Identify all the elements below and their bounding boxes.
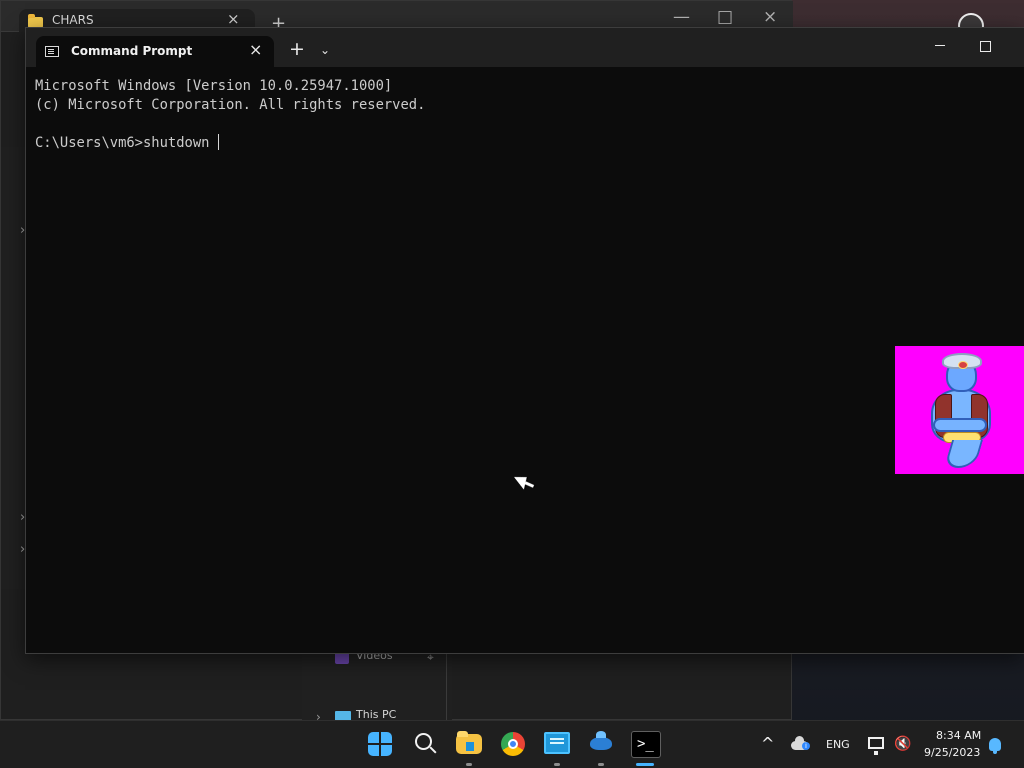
notification-bell-icon[interactable] — [989, 738, 1001, 754]
background-pane-divider — [446, 652, 447, 720]
terminal-version-line: Microsoft Windows [Version 10.0.25947.10… — [35, 78, 393, 94]
terminal-profile-dropdown-icon[interactable]: ⌄ — [320, 43, 330, 57]
genie-turban-gem-shape — [958, 361, 968, 369]
command-prompt-title-bar[interactable]: Command Prompt × + ⌄ — [26, 28, 1024, 67]
network-icon[interactable] — [868, 737, 884, 755]
terminal-copyright-line: (c) Microsoft Corporation. All rights re… — [35, 97, 426, 113]
command-prompt-output[interactable]: Microsoft Windows [Version 10.0.25947.10… — [35, 77, 425, 153]
chrome-icon[interactable] — [501, 732, 525, 756]
background-navigation-pane-items: Videos ⌖ › This PC — [302, 649, 452, 724]
background-minimize-icon[interactable]: — — [673, 7, 690, 27]
volume-muted-icon[interactable]: 🔇 — [894, 737, 911, 751]
terminal-prompt-text: C:\Users\vm6>shutdown — [35, 135, 210, 151]
terminal-active-indicator — [636, 763, 654, 766]
taskbar-clock-time[interactable]: 8:34 AM — [936, 729, 981, 742]
input-language-indicator[interactable]: ENG — [826, 738, 850, 751]
terminal-icon[interactable]: >_ — [631, 731, 661, 758]
file-explorer-running-indicator — [466, 763, 472, 766]
cloud-info-icon[interactable] — [791, 736, 810, 750]
command-prompt-window[interactable]: Command Prompt × + ⌄ Microsoft Windows [… — [25, 27, 1024, 654]
command-prompt-tab-close-icon[interactable]: × — [249, 40, 262, 59]
show-hidden-icons-chevron-icon[interactable]: ^ — [761, 734, 774, 753]
background-navigation-strip: › › › — [1, 147, 27, 589]
windows-taskbar: >_ ^ ENG 🔇 8:34 AM 9/25/2023 — [0, 720, 1024, 768]
windows-desktop: CHARS × + — □ × › › › Videos ⌖ › This PC… — [0, 0, 1024, 768]
on-screen-keyboard-icon[interactable] — [544, 732, 570, 754]
genie-tail-shape — [943, 440, 984, 468]
search-icon[interactable] — [413, 732, 437, 756]
new-terminal-tab-icon[interactable]: + — [289, 40, 305, 59]
genie-arms-shape — [933, 418, 987, 432]
terminal-command-line[interactable]: C:\Users\vm6>shutdown — [35, 134, 425, 153]
keyboard-running-indicator — [554, 763, 560, 766]
game-icon[interactable] — [590, 731, 612, 750]
background-maximize-icon[interactable]: □ — [717, 7, 733, 27]
background-close-icon[interactable]: × — [763, 7, 777, 27]
background-tab-title: CHARS — [52, 13, 94, 27]
genie-assistant-character[interactable] — [895, 346, 1024, 474]
folder-icon[interactable] — [456, 731, 482, 754]
text-cursor — [218, 134, 220, 150]
windows-icon[interactable] — [368, 732, 392, 756]
terminal-minimize-icon[interactable] — [935, 45, 945, 46]
taskbar-clock-date[interactable]: 9/25/2023 — [924, 746, 980, 759]
terminal-maximize-icon[interactable] — [980, 41, 991, 52]
command-prompt-icon — [45, 46, 59, 57]
game-running-indicator — [598, 763, 604, 766]
command-prompt-tab[interactable]: Command Prompt × — [36, 36, 274, 67]
background-tab-close-icon[interactable]: × — [227, 10, 240, 28]
command-prompt-tab-title: Command Prompt — [71, 44, 193, 58]
